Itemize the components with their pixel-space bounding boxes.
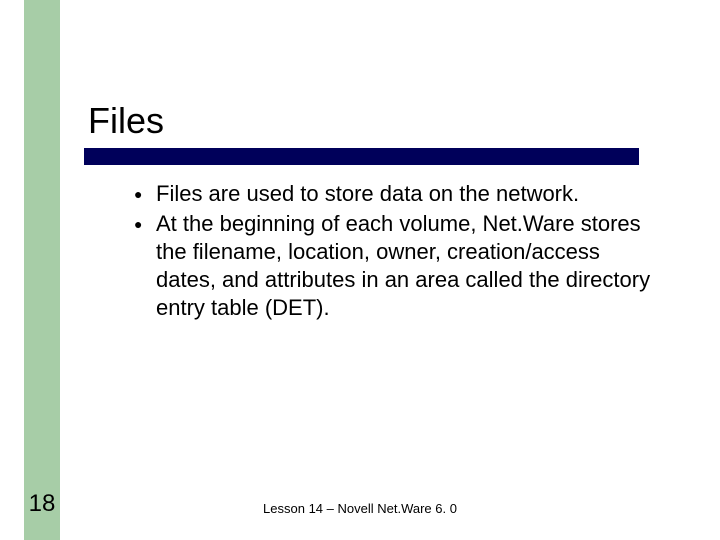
list-item: ● At the beginning of each volume, Net.W… xyxy=(132,210,662,322)
bullet-icon: ● xyxy=(132,210,156,238)
slide-title: Files xyxy=(88,100,164,142)
bullet-text: At the beginning of each volume, Net.War… xyxy=(156,210,662,322)
title-underline xyxy=(84,148,639,165)
footer-text: Lesson 14 – Novell Net.Ware 6. 0 xyxy=(0,501,720,516)
list-item: ● Files are used to store data on the ne… xyxy=(132,180,662,208)
bullet-text: Files are used to store data on the netw… xyxy=(156,180,662,208)
slide-content: ● Files are used to store data on the ne… xyxy=(132,180,662,324)
bullet-icon: ● xyxy=(132,180,156,208)
accent-bar xyxy=(24,0,60,540)
